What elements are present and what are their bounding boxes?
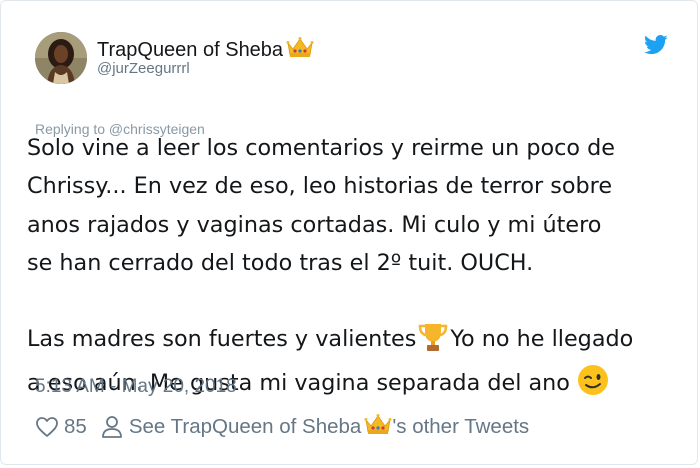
author-name-text: TrapQueen of Sheba bbox=[97, 38, 284, 61]
trophy-icon bbox=[416, 322, 450, 364]
see-other-tweets-prefix: See TrapQueen of Sheba bbox=[128, 415, 362, 438]
tweet-line: Las madres son fuertes y valientes Yo no… bbox=[27, 320, 697, 364]
tweet-text: Solo vine a leer los comentarios y reirm… bbox=[27, 129, 697, 409]
tweet-line-segment: Las madres son fuertes y valientes bbox=[27, 326, 417, 353]
tweet-timestamp[interactable]: 5:13 AM - May 20, 2018 bbox=[35, 376, 237, 398]
tweet-line: anos rajados y vaginas cortadas. Mi culo… bbox=[27, 211, 602, 238]
like-count: 85 bbox=[64, 415, 87, 438]
avatar[interactable] bbox=[35, 32, 87, 84]
crown-icon bbox=[286, 36, 314, 64]
tweet-card: TrapQueen of Sheba @jurZeegurrrl Replyin… bbox=[0, 0, 698, 465]
crown-icon bbox=[364, 413, 392, 441]
author-handle[interactable]: @jurZeegurrrl bbox=[97, 60, 190, 77]
see-other-tweets-suffix: 's other Tweets bbox=[392, 415, 530, 438]
winking-face-icon bbox=[577, 364, 609, 408]
like-heart-icon[interactable] bbox=[35, 415, 59, 439]
tweet-actions: 85 See TrapQueen of Sheba 's other Tweet… bbox=[35, 412, 529, 442]
see-other-tweets-link[interactable]: See TrapQueen of Sheba 's other Tweets bbox=[129, 413, 529, 441]
tweet-line: Solo vine a leer los comentarios y reirm… bbox=[27, 135, 615, 161]
tweet-line-segment: Yo no he llegado bbox=[450, 326, 634, 353]
avatar-image bbox=[35, 32, 87, 84]
twitter-bird-icon[interactable] bbox=[644, 35, 668, 55]
user-profile-icon[interactable] bbox=[101, 415, 123, 439]
tweet-line: se han cerrado del todo tras el 2º tuit.… bbox=[27, 249, 534, 276]
tweet-line: Chrissy... En vez de eso, leo historias … bbox=[27, 173, 613, 200]
